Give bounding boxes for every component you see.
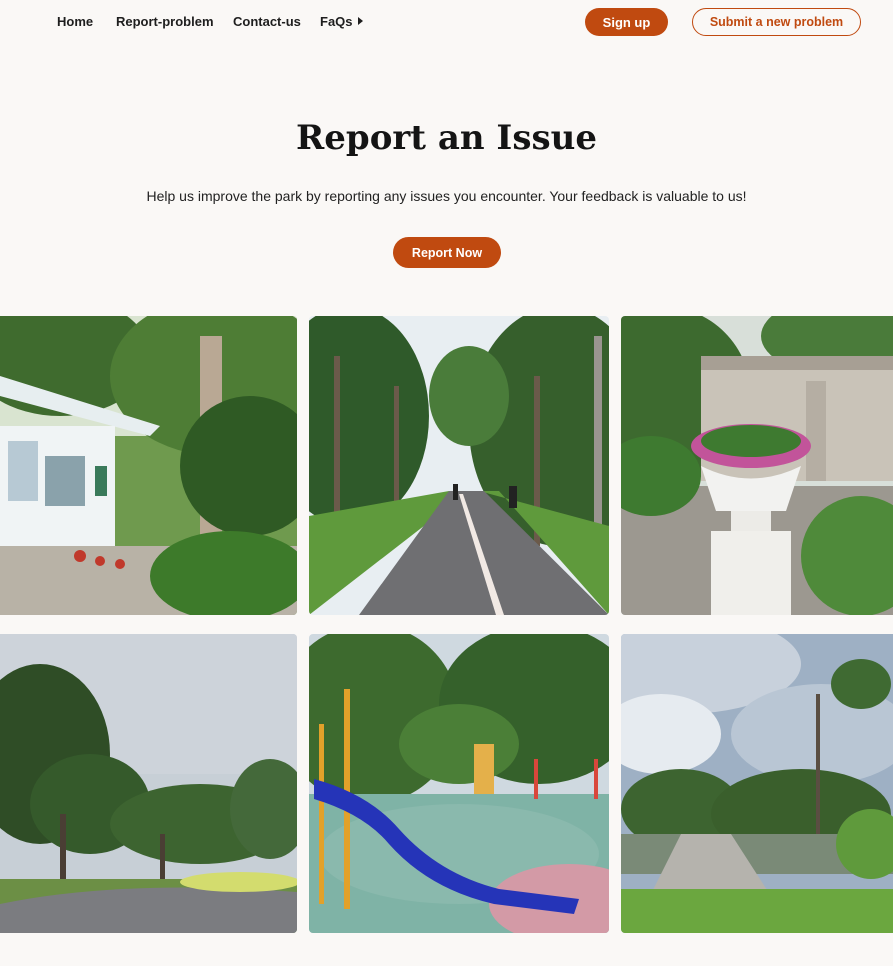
nav-report-problem-link[interactable]: Report-problem <box>116 14 214 29</box>
gallery-photo-office <box>0 316 297 615</box>
nav-home-link[interactable]: Home <box>57 14 93 29</box>
submit-new-problem-button[interactable]: Submit a new problem <box>692 8 861 36</box>
page-title: Report an Issue <box>296 118 597 158</box>
nav-contact-us-link[interactable]: Contact-us <box>233 14 301 29</box>
gallery-photo-pier <box>621 634 893 933</box>
nav-faqs-link[interactable]: FaQs <box>320 14 353 29</box>
gallery-photo-path <box>309 316 609 615</box>
sign-up-button[interactable]: Sign up <box>585 8 668 36</box>
page-subtitle: Help us improve the park by reporting an… <box>146 188 747 204</box>
gallery-photo-playground <box>309 634 609 933</box>
top-nav: Home Report-problem Contact-us FaQs Sign… <box>0 0 893 44</box>
chevron-right-icon[interactable] <box>358 17 363 25</box>
gallery-photo-planter <box>621 316 893 615</box>
report-now-button[interactable]: Report Now <box>393 237 501 268</box>
gallery-photo-road <box>0 634 297 933</box>
